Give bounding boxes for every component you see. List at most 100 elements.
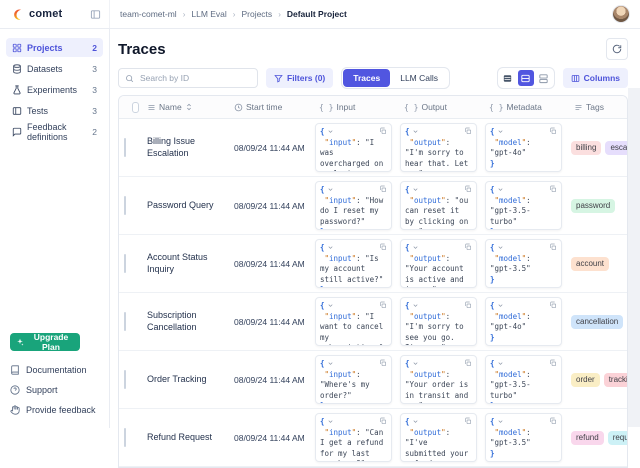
trace-name[interactable]: Subscription Cancellation bbox=[139, 310, 226, 333]
table-row[interactable]: Refund Request 08/09/24 11:44 AM { "inpu… bbox=[119, 409, 627, 467]
select-all-checkbox[interactable] bbox=[132, 102, 139, 113]
json-preview[interactable]: { "model": "gpt-3.5" } bbox=[485, 413, 562, 462]
json-preview[interactable]: { "input": "Can I get a refund for my la… bbox=[315, 413, 392, 462]
json-preview[interactable]: { "model": "gpt-3.5-turbo" } bbox=[485, 355, 562, 404]
json-preview[interactable]: { "input": "How do I reset my password?"… bbox=[315, 181, 392, 230]
sidebar-item-provide-feedback[interactable]: Provide feedback bbox=[10, 400, 99, 420]
table-row[interactable]: Password Query 08/09/24 11:44 AM { "inpu… bbox=[119, 177, 627, 235]
row-checkbox[interactable] bbox=[124, 196, 126, 215]
json-preview[interactable]: { "output": "I'm sorry to see you go. I'… bbox=[400, 297, 477, 346]
chevron-down-icon[interactable] bbox=[412, 128, 419, 135]
json-preview[interactable]: { "output": "I've submitted your refund … bbox=[400, 413, 477, 462]
chevron-down-icon[interactable] bbox=[412, 186, 419, 193]
copy-icon[interactable] bbox=[464, 359, 472, 367]
chevron-down-icon[interactable] bbox=[497, 244, 504, 251]
density-compact-icon[interactable] bbox=[500, 70, 516, 86]
copy-icon[interactable] bbox=[549, 301, 557, 309]
column-header-metadata[interactable]: { } Metadata bbox=[481, 102, 566, 112]
json-preview[interactable]: { "input": "Is my account still active?"… bbox=[315, 239, 392, 288]
copy-icon[interactable] bbox=[549, 359, 557, 367]
tag-pill[interactable]: escalation bbox=[605, 141, 627, 155]
json-preview[interactable]: { "model": "gpt-3.5" } bbox=[485, 239, 562, 288]
chevron-down-icon[interactable] bbox=[327, 302, 334, 309]
table-row[interactable]: Order Tracking 08/09/24 11:44 AM { "inpu… bbox=[119, 351, 627, 409]
trace-name[interactable]: Order Tracking bbox=[139, 374, 226, 385]
copy-icon[interactable] bbox=[464, 185, 472, 193]
column-header-tags[interactable]: Tags bbox=[566, 102, 627, 112]
copy-icon[interactable] bbox=[379, 359, 387, 367]
copy-icon[interactable] bbox=[379, 185, 387, 193]
chevron-down-icon[interactable] bbox=[412, 302, 419, 309]
row-checkbox[interactable] bbox=[124, 370, 126, 389]
density-default-icon[interactable] bbox=[518, 70, 534, 86]
trace-name[interactable]: Account Status Inquiry bbox=[139, 252, 226, 275]
copy-icon[interactable] bbox=[464, 417, 472, 425]
json-preview[interactable]: { "output": "ou can reset it by clicking… bbox=[400, 181, 477, 230]
copy-icon[interactable] bbox=[379, 243, 387, 251]
upgrade-plan-button[interactable]: Upgrade Plan bbox=[10, 333, 80, 351]
trace-name[interactable]: Password Query bbox=[139, 200, 226, 211]
json-preview[interactable]: { "input": "I was overcharged on my last… bbox=[315, 123, 392, 172]
copy-icon[interactable] bbox=[549, 243, 557, 251]
copy-icon[interactable] bbox=[379, 127, 387, 135]
tag-pill[interactable]: cancellation bbox=[571, 315, 623, 329]
tab-llm-calls[interactable]: LLM Calls bbox=[390, 69, 448, 87]
json-preview[interactable]: { "model": "gpt-3.5-turbo" } bbox=[485, 181, 562, 230]
user-avatar[interactable] bbox=[612, 5, 630, 23]
tag-pill[interactable]: password bbox=[571, 199, 615, 213]
sidebar-item-projects[interactable]: Projects 2 bbox=[6, 38, 103, 57]
json-preview[interactable]: { "input": "I want to cancel my subscrip… bbox=[315, 297, 392, 346]
copy-icon[interactable] bbox=[464, 301, 472, 309]
sidebar-item-feedback-definitions[interactable]: Feedback definitions 2 bbox=[6, 122, 103, 141]
chevron-down-icon[interactable] bbox=[497, 186, 504, 193]
column-header-start-time[interactable]: Start time bbox=[226, 102, 311, 112]
sidebar-item-support[interactable]: Support bbox=[10, 380, 99, 400]
json-preview[interactable]: { "output": "I'm sorry to hear that. Let… bbox=[400, 123, 477, 172]
breadcrumb-projects[interactable]: Projects bbox=[241, 9, 272, 19]
row-checkbox[interactable] bbox=[124, 428, 126, 447]
chevron-down-icon[interactable] bbox=[412, 360, 419, 367]
json-preview[interactable]: { "output": "Your order is in transit an… bbox=[400, 355, 477, 404]
columns-button[interactable]: Columns bbox=[563, 68, 628, 88]
column-header-input[interactable]: { } Input bbox=[311, 102, 396, 112]
row-checkbox[interactable] bbox=[124, 254, 126, 273]
tag-pill[interactable]: refund bbox=[571, 431, 604, 445]
chevron-down-icon[interactable] bbox=[497, 418, 504, 425]
sidebar-item-datasets[interactable]: Datasets 3 bbox=[6, 59, 103, 78]
search-input[interactable] bbox=[138, 72, 251, 84]
refresh-button[interactable] bbox=[606, 38, 628, 60]
tag-pill[interactable]: billing bbox=[571, 141, 601, 155]
copy-icon[interactable] bbox=[549, 185, 557, 193]
json-preview[interactable]: { "model": "gpt-4o" } bbox=[485, 297, 562, 346]
chevron-down-icon[interactable] bbox=[327, 360, 334, 367]
comet-logo[interactable]: comet bbox=[12, 8, 62, 21]
json-preview[interactable]: { "model": "gpt-4o" } bbox=[485, 123, 562, 172]
json-preview[interactable]: { "output": "Your account is active and … bbox=[400, 239, 477, 288]
chevron-down-icon[interactable] bbox=[327, 244, 334, 251]
sort-icon[interactable] bbox=[185, 103, 193, 111]
copy-icon[interactable] bbox=[464, 243, 472, 251]
breadcrumb-llm-eval[interactable]: LLM Eval bbox=[191, 9, 226, 19]
row-checkbox[interactable] bbox=[124, 138, 126, 157]
chevron-down-icon[interactable] bbox=[497, 128, 504, 135]
sidebar-collapse-icon[interactable] bbox=[90, 9, 101, 20]
chevron-down-icon[interactable] bbox=[412, 244, 419, 251]
tag-pill[interactable]: account bbox=[571, 257, 609, 271]
trace-name[interactable]: Refund Request bbox=[139, 432, 226, 443]
chevron-down-icon[interactable] bbox=[327, 418, 334, 425]
tag-pill[interactable]: tracking bbox=[604, 373, 627, 387]
search-box[interactable] bbox=[118, 68, 258, 88]
column-header-name[interactable]: Name bbox=[139, 102, 226, 112]
chevron-down-icon[interactable] bbox=[497, 302, 504, 309]
copy-icon[interactable] bbox=[379, 301, 387, 309]
copy-icon[interactable] bbox=[464, 127, 472, 135]
filters-button[interactable]: Filters (0) bbox=[266, 68, 333, 88]
sidebar-item-tests[interactable]: Tests 3 bbox=[6, 101, 103, 120]
tag-pill[interactable]: request bbox=[608, 431, 627, 445]
chevron-down-icon[interactable] bbox=[327, 186, 334, 193]
breadcrumb-workspace[interactable]: team-comet-ml bbox=[120, 9, 177, 19]
table-row[interactable]: Account Status Inquiry 08/09/24 11:44 AM… bbox=[119, 235, 627, 293]
column-header-output[interactable]: { } Output bbox=[396, 102, 481, 112]
density-expanded-icon[interactable] bbox=[536, 70, 552, 86]
chevron-down-icon[interactable] bbox=[327, 128, 334, 135]
